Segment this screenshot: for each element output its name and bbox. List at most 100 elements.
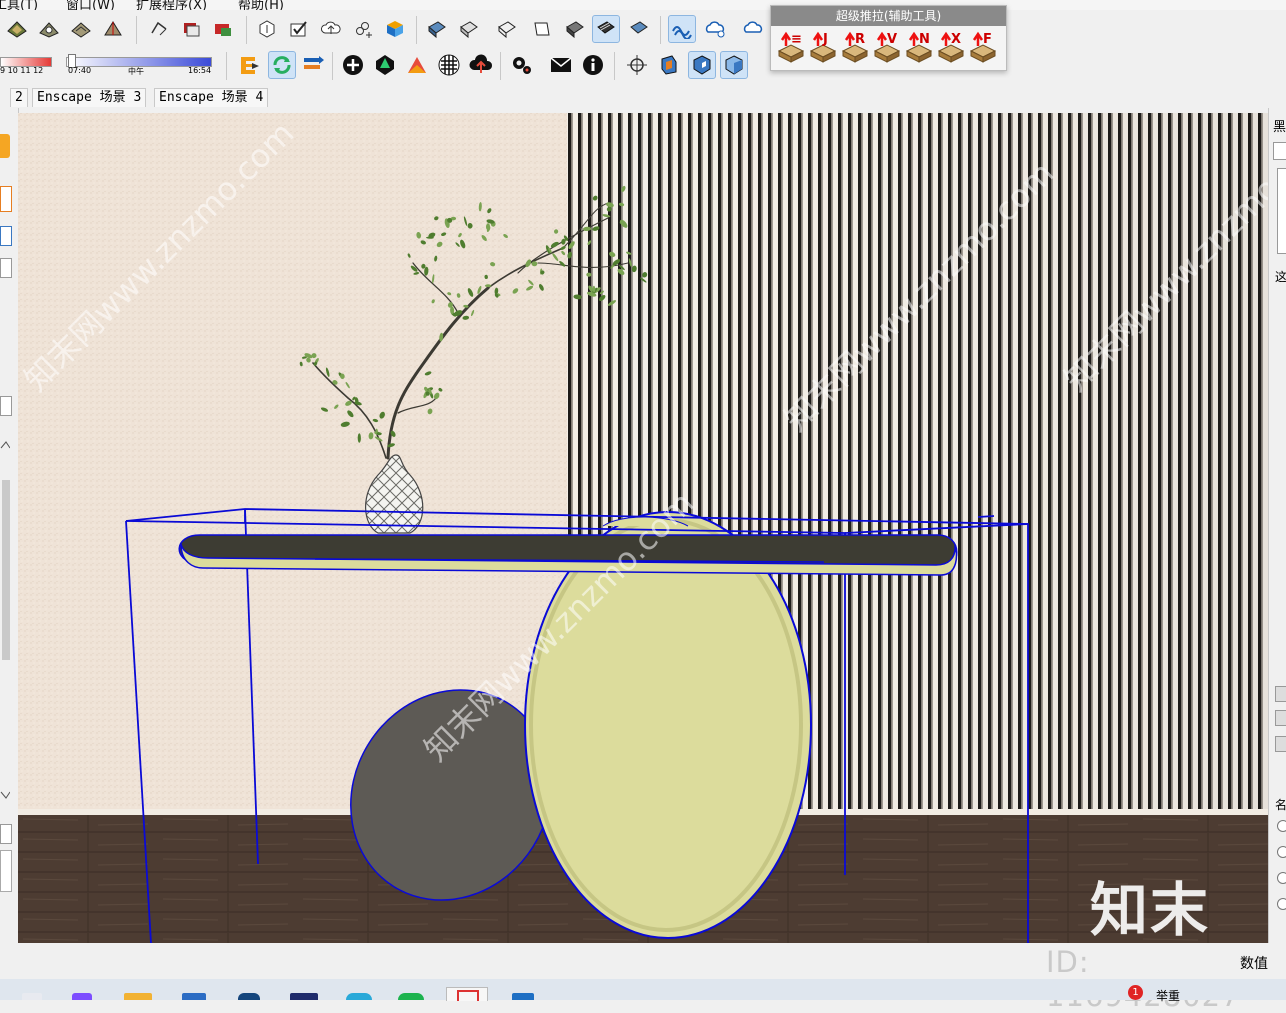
hidden-line-icon[interactable] [528,16,554,42]
feedback-mail-icon[interactable] [548,52,574,78]
stamp-icon[interactable] [210,16,236,42]
enscape-views-icon[interactable] [300,52,326,78]
right-tray-button[interactable] [1275,686,1286,702]
notification-text[interactable]: 举重 [1156,987,1180,1004]
pushpull-tool-label: X [951,32,962,47]
monochrome-icon[interactable] [562,16,588,42]
enscape-sync-icon[interactable] [268,51,296,79]
cloud-link-icon[interactable] [702,16,728,42]
time-mid-label: 中午 [128,67,144,76]
terrain-icon[interactable] [36,16,62,42]
drape-icon[interactable] [100,16,126,42]
tray-expand-icon[interactable] [0,396,12,416]
taskbar-app-icon[interactable] [238,993,260,1000]
sandbox-icon[interactable] [4,16,30,42]
menu-extensions[interactable]: 扩展程序(X) [136,0,207,10]
pushpull-tool-label: V [887,32,898,47]
super-pushpull-toolbar: 超级推拉(辅助工具) ≡ J R V N X F [770,5,1007,71]
menu-help[interactable]: 帮助(H) [238,0,284,10]
measurements-label: 数值 [1240,956,1268,972]
right-tray-radio[interactable] [1277,898,1286,910]
pushpull-tool-button[interactable]: F [969,29,997,63]
taskbar-folder-icon[interactable] [124,993,152,1000]
section-plane-icon[interactable] [656,52,682,78]
tray-chevron-down-icon[interactable] [0,784,11,808]
pushpull-tool-button[interactable]: X [937,29,965,63]
right-tray-label: 黑 [1273,120,1286,135]
check-icon[interactable] [286,16,312,42]
taskbar-app-icon[interactable] [22,993,42,1000]
flip-edge-icon[interactable] [146,16,172,42]
separator [136,16,137,44]
right-tray-scroll[interactable] [1277,168,1286,254]
cloud-icon[interactable] [740,16,766,42]
super-pushpull-title[interactable]: 超级推拉(辅助工具) [771,6,1006,26]
scene-tab-2[interactable]: 2 [10,88,28,107]
asset-library-icon[interactable] [372,52,398,78]
menu-window[interactable]: 窗口(W) [66,0,115,10]
soften-edges-icon[interactable] [668,15,696,43]
settings-icon[interactable] [508,52,534,78]
pushpull-tool-button[interactable]: J [809,29,837,63]
taskbar-app-icon[interactable] [346,993,372,1000]
time-start-label: 07:40 [68,66,92,75]
pushpull-tool-button[interactable]: N [905,29,933,63]
shaded-icon[interactable] [456,16,482,42]
pushpull-tool-button[interactable]: R [841,29,869,63]
add-detail-icon[interactable] [178,16,204,42]
checker-material-icon[interactable] [436,52,462,78]
grid-terrain-icon[interactable] [68,16,94,42]
tray-chevron-up-icon[interactable] [0,438,11,462]
right-tray-text: 这 [1275,270,1286,284]
separator [246,16,247,44]
tray-expand-icon[interactable] [0,258,12,278]
scene-tab-enscape-4[interactable]: Enscape 场景 4 [154,88,269,107]
tray-expand-icon[interactable] [0,824,12,844]
scene-tab-enscape-3[interactable]: Enscape 场景 3 [32,88,147,107]
notification-badge[interactable]: 1 [1128,985,1143,1000]
tray-scrollbar[interactable] [2,480,10,660]
taskbar-app-icon[interactable] [72,993,92,1000]
cloud-upload-icon[interactable] [318,16,344,42]
wireframe-icon[interactable] [494,16,520,42]
right-tray-radio[interactable] [1277,846,1286,858]
scene-tabs: 2 Enscape 场景 3 Enscape 场景 4 [0,86,1286,108]
right-tray-button[interactable] [1275,736,1286,752]
menu-bar: 工具(T) 窗口(W) 扩展程序(X) 帮助(H) [0,0,1286,10]
import-component-icon[interactable] [254,16,280,42]
pushpull-tool-label: J [823,32,828,47]
position-camera-icon[interactable] [624,52,650,78]
taskbar-active-app[interactable] [446,987,488,1001]
tray-list-icon[interactable] [0,186,12,212]
right-tray-dropdown[interactable] [1273,142,1286,160]
add-icon[interactable] [340,52,366,78]
tray-orange-icon[interactable] [0,134,10,158]
taskbar-app-icon[interactable] [398,993,424,1000]
link-add-icon[interactable] [350,16,376,42]
about-info-icon[interactable] [580,52,606,78]
right-tray-radio[interactable] [1277,820,1286,832]
right-tray-button[interactable] [1275,710,1286,726]
pushpull-tool-label: ≡ [791,32,802,47]
textured-icon[interactable] [592,15,620,43]
scene-render: 知末网www.znzmo.com 知末网www.znzmo.com 知末网www… [18,113,1268,943]
section-display-icon[interactable] [688,51,716,79]
right-tray-radio[interactable] [1277,872,1286,884]
pushpull-tool-button[interactable]: V [873,29,901,63]
xray-icon[interactable] [626,16,652,42]
plugin-store-icon[interactable] [382,16,408,42]
pushpull-tool-button[interactable]: ≡ [777,29,805,63]
section-fill-icon[interactable] [720,51,748,79]
separator [226,52,227,80]
taskbar-app-icon[interactable] [512,993,534,1000]
face-style-icon[interactable] [424,16,450,42]
material-editor-icon[interactable] [404,52,430,78]
model-viewport[interactable]: 知末网www.znzmo.com 知末网www.znzmo.com 知末网www… [18,113,1268,943]
menu-tools[interactable]: 工具(T) [0,0,38,10]
taskbar-app-icon[interactable] [182,993,206,1000]
upload-icon[interactable] [468,52,494,78]
separator [416,16,417,44]
tray-blue-icon[interactable] [0,226,12,246]
taskbar-app-icon[interactable] [290,993,318,1000]
enscape-start-icon[interactable] [236,52,262,78]
